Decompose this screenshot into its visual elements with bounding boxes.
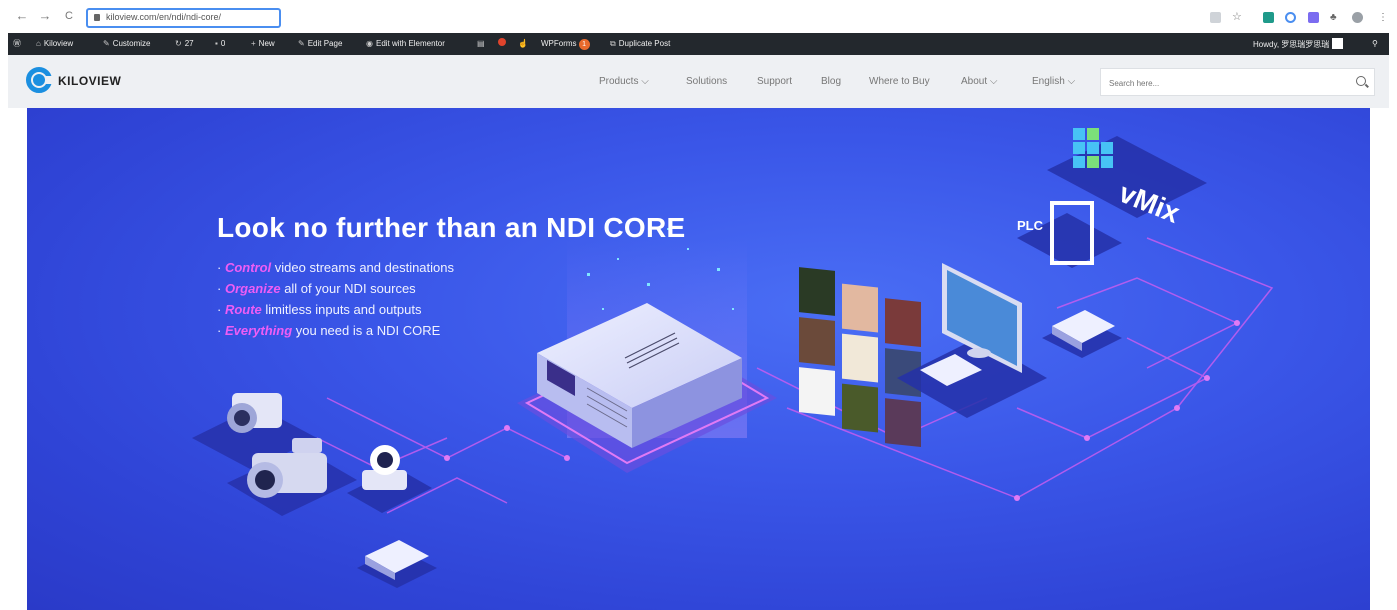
- plc-node: PLC: [1017, 201, 1122, 268]
- duplicate-icon: ⧉: [610, 39, 616, 48]
- admin-search-icon[interactable]: ⚲: [1372, 38, 1378, 50]
- avatar: [1331, 38, 1343, 49]
- pencil-icon: ✎: [298, 39, 305, 48]
- admin-duplicate-link[interactable]: ⧉ Duplicate Post: [610, 38, 670, 50]
- url-text: kiloview.com/en/ndi/ndi-core/: [106, 12, 222, 22]
- updates-icon: ↻: [175, 39, 182, 48]
- admin-new-link[interactable]: + New: [251, 38, 275, 50]
- nav-solutions[interactable]: Solutions: [686, 76, 727, 87]
- admin-edit-page-link[interactable]: ✎ Edit Page: [298, 38, 342, 50]
- admin-hand-icon[interactable]: ☝: [518, 38, 531, 50]
- back-icon[interactable]: ←: [15, 9, 29, 23]
- feature-item: · Route limitless inputs and outputs: [217, 302, 422, 317]
- star-icon[interactable]: ☆: [1232, 12, 1243, 23]
- nav-about[interactable]: About ⌵: [961, 76, 998, 87]
- nav-blog[interactable]: Blog: [821, 76, 841, 87]
- home-icon: ⌂: [36, 39, 41, 48]
- site-search: [1100, 68, 1375, 96]
- nav-support[interactable]: Support: [757, 76, 792, 87]
- browser-toolbar: ← → C kiloview.com/en/ndi/ndi-core/ ☆ ♣ …: [0, 0, 1397, 32]
- status-dot-icon[interactable]: [498, 38, 506, 50]
- feature-item: · Control video streams and destinations: [217, 260, 454, 275]
- plc-label: PLC: [1017, 218, 1044, 233]
- nav-products[interactable]: Products ⌵: [599, 76, 649, 87]
- search-icon[interactable]: [1356, 76, 1366, 86]
- profile-icon[interactable]: [1352, 12, 1363, 23]
- nav-where-to-buy[interactable]: Where to Buy: [869, 76, 930, 87]
- reload-icon[interactable]: C: [62, 9, 76, 23]
- admin-icon-link[interactable]: ▤: [477, 38, 488, 50]
- extension-icon[interactable]: [1263, 12, 1274, 23]
- forward-icon[interactable]: →: [38, 9, 52, 23]
- admin-updates-link[interactable]: ↻ 27: [175, 38, 194, 50]
- wordpress-icon[interactable]: Ⓦ: [13, 38, 21, 50]
- brush-icon: ✎: [103, 39, 110, 48]
- extension-icon[interactable]: [1308, 12, 1319, 23]
- admin-customize-link[interactable]: ✎ Customize: [103, 38, 151, 50]
- lock-icon: [94, 14, 100, 21]
- hero-banner: PLC vMix Look no further than an NDI COR…: [27, 108, 1370, 610]
- notification-badge: 1: [578, 39, 590, 50]
- admin-howdy-link[interactable]: Howdy, 罗思瑞罗思瑞: [1253, 38, 1343, 51]
- logo-text: KILOVIEW: [58, 74, 122, 88]
- menu-icon[interactable]: ⋮: [1378, 12, 1389, 23]
- elementor-icon: ◉: [366, 39, 373, 48]
- search-input[interactable]: [1107, 74, 1331, 92]
- page-margin: [0, 55, 8, 610]
- feature-item: · Everything you need is a NDI CORE: [217, 323, 441, 338]
- admin-wpforms-link[interactable]: WPForms 1: [541, 38, 590, 50]
- network-device: [1042, 310, 1122, 358]
- wp-admin-bar: Ⓦ ⌂ Kiloview ✎ Customize ↻ 27 ▪ 0 + New ✎ Edit…: [8, 33, 1389, 55]
- share-icon[interactable]: [1210, 12, 1221, 23]
- plus-icon: +: [251, 39, 256, 48]
- hand-icon: ☝: [518, 39, 528, 48]
- site-header: KILOVIEW Products ⌵ Solutions Support Bl…: [8, 55, 1389, 108]
- forms-icon: ▤: [477, 39, 485, 48]
- camera-group: [192, 393, 437, 588]
- admin-site-link[interactable]: ⌂ Kiloview: [36, 38, 73, 50]
- puzzle-icon[interactable]: ♣: [1330, 12, 1341, 23]
- connection-lines: [316, 237, 1274, 514]
- admin-comments-link[interactable]: ▪ 0: [215, 38, 225, 50]
- hero-title: Look no further than an NDI CORE: [217, 212, 686, 243]
- feature-item: · Organize all of your NDI sources: [217, 281, 416, 296]
- admin-elementor-link[interactable]: ◉ Edit with Elementor: [366, 38, 445, 50]
- extension-icon[interactable]: [1285, 12, 1296, 23]
- hero-illustration: PLC vMix: [192, 128, 1274, 588]
- comment-icon: ▪: [215, 39, 218, 48]
- nav-language[interactable]: English ⌵: [1032, 76, 1075, 87]
- vmix-node: vMix: [1047, 128, 1207, 229]
- address-bar[interactable]: kiloview.com/en/ndi/ndi-core/: [86, 8, 281, 28]
